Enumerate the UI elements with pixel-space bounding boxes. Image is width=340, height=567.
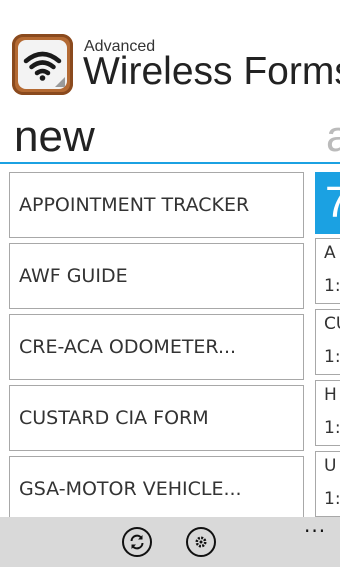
recent-item-title: H — [324, 385, 337, 405]
form-item-cre-aca-odometer[interactable]: CRE-ACA ODOMETER... — [9, 314, 304, 380]
more-options-button[interactable]: ... — [304, 515, 326, 535]
form-item-label: CRE-ACA ODOMETER... — [19, 336, 237, 358]
recent-item-time: 1: — [324, 347, 340, 367]
form-item-label: APPOINTMENT TRACKER — [19, 194, 250, 216]
form-item-label: AWF GUIDE — [19, 265, 128, 287]
pivot-tab-new[interactable]: new — [14, 112, 95, 162]
wifi-clipboard-icon — [12, 34, 73, 95]
recent-item-time: 1: — [324, 418, 340, 438]
pivot-header: new a — [0, 112, 340, 162]
app-header: Advanced Wireless Forms — [0, 0, 340, 100]
recent-item[interactable]: H 1: — [315, 380, 340, 446]
recent-item-title: A — [324, 243, 336, 263]
form-item-gsa-motor-vehicle[interactable]: GSA-MOTOR VEHICLE... — [9, 456, 304, 522]
recent-item-time: 1: — [324, 276, 340, 296]
form-item-label: CUSTARD CIA FORM — [19, 407, 209, 429]
recent-item-title: CU — [324, 314, 340, 334]
recent-item[interactable]: A 1: — [315, 238, 340, 304]
app-title: Wireless Forms — [83, 50, 340, 93]
form-item-appointment-tracker[interactable]: APPOINTMENT TRACKER — [9, 172, 304, 238]
form-item-label: GSA-MOTOR VEHICLE... — [19, 478, 242, 500]
form-item-awf-guide[interactable]: AWF GUIDE — [9, 243, 304, 309]
pivot-tab-next[interactable]: a — [326, 112, 340, 162]
pivot-divider — [0, 162, 340, 164]
settings-icon[interactable] — [186, 527, 216, 557]
app-bar: ... — [0, 515, 340, 567]
form-item-custard-cia-form[interactable]: CUSTARD CIA FORM — [9, 385, 304, 451]
recent-date-tile[interactable]: 7 — [315, 172, 340, 234]
sync-icon[interactable] — [122, 527, 152, 557]
recent-item[interactable]: CU 1: — [315, 309, 340, 375]
recent-item[interactable]: U 1: — [315, 451, 340, 517]
recent-item-time: 1: — [324, 489, 340, 509]
recent-item-title: U — [324, 456, 337, 476]
